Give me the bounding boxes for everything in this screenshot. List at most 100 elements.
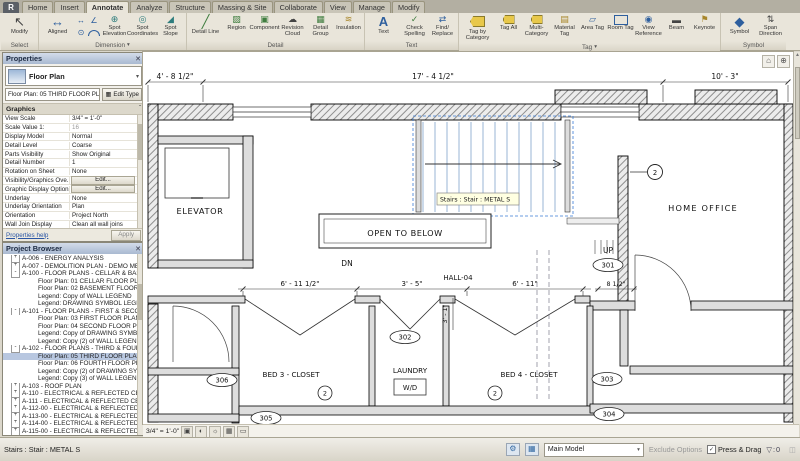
application-menu-button[interactable]: R: [3, 2, 19, 13]
property-row[interactable]: Underlay Orientation Plan: [3, 203, 137, 212]
design-options-select[interactable]: Main Model ▾: [543, 442, 644, 457]
area-tag-button[interactable]: ▱ Area Tag: [579, 14, 606, 31]
tree-expand-icon[interactable]: +: [11, 255, 20, 263]
property-row[interactable]: Wall Join Display Clean all wall joins: [3, 220, 137, 228]
property-row[interactable]: Graphic Display Options Edit...: [3, 185, 137, 195]
ribbon-tab[interactable]: Modify: [391, 1, 426, 13]
elevator-cab[interactable]: [164, 147, 230, 199]
collapse-icon[interactable]: ˆ: [139, 106, 141, 112]
multi-category-tag-button[interactable]: Multi- Category: [523, 14, 550, 38]
stair-run[interactable]: [412, 115, 620, 225]
visual-style-icon[interactable]: ◐: [195, 425, 208, 438]
find-replace-button[interactable]: ⇄ Find/ Replace: [429, 14, 456, 38]
text-button[interactable]: A Text: [367, 14, 400, 35]
beam-annotations-button[interactable]: ▬ Beam: [663, 14, 690, 32]
material-tag-button[interactable]: ▤ Material Tag: [551, 14, 578, 38]
tag-all-button[interactable]: Tag All: [495, 14, 522, 31]
detail-group-button[interactable]: ▦ Detail Group: [307, 14, 334, 38]
tree-expand-icon[interactable]: +: [11, 420, 20, 428]
scroll-up-icon[interactable]: ▲: [795, 52, 800, 58]
dimension-text[interactable]: 10' - 3": [711, 72, 738, 81]
property-row[interactable]: Display Model Normal: [3, 132, 137, 142]
top-dimension-line[interactable]: [145, 79, 791, 103]
browser-tree-item[interactable]: Legend: Copy of WALL LEGEND: [3, 293, 137, 301]
view-reference-button[interactable]: ◉ View Reference: [635, 14, 662, 38]
edit-type-button[interactable]: ▦ Edit Type: [102, 88, 142, 101]
browser-tree-item[interactable]: + A-103 - ROOF PLAN: [3, 382, 137, 390]
dimension-text[interactable]: 8 1/2": [606, 281, 625, 288]
worksets-icon[interactable]: ⚙: [505, 443, 520, 456]
tree-expand-icon[interactable]: -: [11, 307, 20, 315]
closet-door-symbols[interactable]: [244, 298, 576, 336]
properties-help-link[interactable]: Properties help: [6, 232, 48, 239]
property-row[interactable]: Detail Level Coarse: [3, 141, 137, 151]
select-panel-label[interactable]: Select: [1, 41, 38, 50]
instance-selector[interactable]: Floor Plan: 05 THIRD FLOOR PL ▾: [5, 88, 101, 101]
tree-expand-icon[interactable]: +: [11, 397, 20, 405]
ribbon-tab[interactable]: Home: [22, 1, 54, 13]
radial-dimension-icon[interactable]: ⊙: [75, 27, 87, 38]
property-row[interactable]: Underlay None: [3, 194, 137, 203]
callout-tag-2[interactable]: 2: [630, 164, 663, 180]
tree-expand-icon[interactable]: +: [11, 427, 20, 435]
spot-elevation-button[interactable]: ⊕ Spot Elevation: [101, 14, 128, 38]
tree-expand-icon[interactable]: +: [11, 262, 20, 270]
property-row[interactable]: Visibility/Graphics Ove... Edit...: [3, 176, 137, 186]
aligned-dimension-button[interactable]: ↔ Aligned: [41, 14, 74, 35]
detail-line-button[interactable]: ╱ Detail Line: [189, 14, 222, 36]
tree-expand-icon[interactable]: -: [11, 345, 20, 353]
detail-panel-label[interactable]: Detail: [187, 41, 364, 50]
type-selector[interactable]: Floor Plan ▾: [5, 66, 142, 86]
view-scale-button[interactable]: 3/4" = 1'-0": [146, 428, 179, 435]
insulation-button[interactable]: ≋ Insulation: [335, 14, 362, 31]
text-panel-label[interactable]: Text: [365, 41, 458, 50]
browser-tree-item[interactable]: Floor Plan: 01 CELLAR FLOOR PLA: [3, 278, 137, 286]
property-row[interactable]: Orientation Project North: [3, 212, 137, 221]
interior-walls[interactable]: [147, 295, 794, 424]
dimension-text[interactable]: 17' - 4 1/2": [412, 72, 454, 81]
apply-button[interactable]: Apply: [111, 229, 141, 241]
detail-component-button[interactable]: ▣ Component: [250, 14, 280, 31]
scrollbar-thumb[interactable]: [795, 67, 800, 139]
steering-wheel-icon[interactable]: ⌂: [762, 55, 775, 68]
detail-level-icon[interactable]: ▣: [181, 425, 194, 438]
washer-dryer-symbol[interactable]: W/D: [393, 378, 427, 396]
room-tag-302[interactable]: 302: [389, 330, 421, 344]
room-tag-button[interactable]: Room Tag: [607, 14, 634, 31]
browser-tree-item[interactable]: + A-110 - ELECTRICAL & REFLECTED CEILIN: [3, 390, 137, 398]
property-row[interactable]: View Scale 3/4" = 1'-0": [3, 115, 137, 124]
browser-tree-item[interactable]: Floor Plan: 04 SECOND FLOOR PL: [3, 323, 137, 331]
browser-tree-item[interactable]: - A-100 - FLOOR PLANS - CELLAR & BASEM: [3, 270, 137, 278]
browser-tree-item[interactable]: Legend: Copy (2) of WALL LEGEN: [3, 338, 137, 346]
browser-tree-item[interactable]: Legend: Copy of DRAWING SYMB: [3, 330, 137, 338]
linear-dimension-icon[interactable]: ↔: [75, 15, 87, 26]
ribbon-tab[interactable]: View: [323, 1, 352, 13]
property-row[interactable]: Detail Number 1: [3, 159, 137, 168]
dimension-text[interactable]: 4' - 8 1/2": [157, 72, 194, 81]
open-to-below-shaft[interactable]: OPEN TO BELOW: [318, 213, 492, 249]
tree-expand-icon[interactable]: +: [11, 405, 20, 413]
hall-dimension-line[interactable]: [238, 286, 637, 331]
exclude-options-button[interactable]: Exclude Options: [649, 445, 702, 454]
symbol-button[interactable]: ◆ Symbol: [723, 14, 756, 36]
checkbox-icon[interactable]: ✓: [706, 445, 716, 454]
tree-expand-icon[interactable]: +: [11, 412, 20, 420]
tag-panel-label[interactable]: Tag ▾: [459, 42, 720, 52]
browser-tree-item[interactable]: + A-113-00 - ELECTRICAL & REFLECTED: [3, 412, 137, 420]
close-icon[interactable]: ✕: [135, 55, 141, 63]
door-tag-2-right[interactable]: 2: [487, 385, 503, 401]
tree-expand-icon[interactable]: +: [11, 390, 20, 398]
ribbon-tab[interactable]: Collaborate: [273, 1, 323, 13]
property-row[interactable]: Parts Visibility Show Original: [3, 150, 137, 159]
zoom-icon[interactable]: ⊕: [777, 55, 790, 68]
tree-expand-icon[interactable]: +: [11, 382, 20, 390]
modify-button[interactable]: ↖ Modify: [3, 14, 36, 36]
arc-length-dimension-icon[interactable]: [88, 27, 100, 38]
revision-cloud-button[interactable]: ☁ Revision Cloud: [279, 14, 306, 38]
room-tag-303[interactable]: 303: [591, 372, 623, 386]
tree-expand-icon[interactable]: -: [11, 270, 20, 278]
ribbon-tab[interactable]: Analyze: [130, 1, 169, 13]
browser-tree-item[interactable]: Floor Plan: 03 FIRST FLOOR PLAN: [3, 315, 137, 323]
press-drag-toggle[interactable]: ✓ Press & Drag: [706, 445, 761, 454]
dimension-text[interactable]: 6' - 11 1/2": [281, 280, 320, 288]
